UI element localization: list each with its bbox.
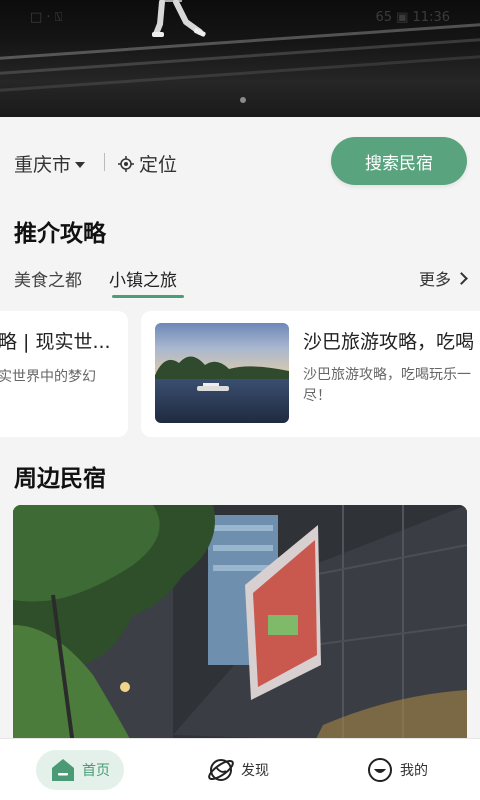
guide-card-desc: 沙巴旅游攻略，吃喝玩乐一 尽！	[303, 365, 471, 407]
locate-button[interactable]: 定位	[118, 150, 177, 177]
guides-section-title: 推介攻略	[14, 221, 106, 247]
location-bar: 重庆市 定位 搜索民宿	[0, 117, 480, 205]
status-icons-right: 65 ▣ 11:36	[375, 10, 450, 25]
city-selector[interactable]: 重庆市	[14, 150, 86, 177]
guide-card[interactable]: 略 | 现实世... 实世界中的梦幻	[0, 311, 128, 437]
app-screen: □ · ⍂ 65 ▣ 11:36 重庆市 定位 搜索民宿 推介攻略 美食之都 小…	[0, 0, 480, 800]
tab-town-travel[interactable]: 小镇之旅	[109, 266, 177, 291]
planet-icon	[208, 759, 234, 781]
city-label: 重庆市	[14, 154, 72, 176]
banner-road-stripe	[0, 53, 480, 94]
status-bar: □ · ⍂ 65 ▣ 11:36	[0, 0, 480, 40]
bottom-navigation: 首页 发现 我的	[0, 738, 480, 800]
tab-food[interactable]: 美食之都	[14, 266, 82, 291]
carousel-indicator-dot	[240, 97, 246, 103]
locate-label: 定位	[139, 154, 178, 176]
nav-home-label: 首页	[82, 763, 110, 779]
guide-card-title: 略 | 现实世...	[0, 331, 111, 353]
chevron-right-icon	[455, 272, 468, 285]
active-tab-indicator	[112, 295, 184, 298]
guides-tabs: 美食之都 小镇之旅 更多	[14, 266, 470, 298]
nearby-section-title: 周边民宿	[14, 466, 106, 492]
guide-card-title: 沙巴旅游攻略，吃喝	[303, 331, 475, 353]
caret-down-icon	[75, 161, 86, 168]
home-icon	[52, 759, 74, 781]
homestay-photo[interactable]	[13, 505, 467, 745]
smiley-icon	[368, 758, 392, 782]
guide-card-desc: 实世界中的梦幻	[0, 369, 96, 385]
guide-card-desc-line: 尽！	[303, 388, 331, 404]
banner-carousel[interactable]: □ · ⍂ 65 ▣ 11:36	[0, 0, 480, 117]
guide-card-desc-line: 沙巴旅游攻略，吃喝玩乐一	[303, 367, 471, 383]
nav-mine[interactable]: 我的	[366, 750, 428, 790]
status-icons-left: □ · ⍂	[30, 10, 63, 25]
divider	[104, 153, 105, 171]
main-content: 重庆市 定位 搜索民宿 推介攻略 美食之都 小镇之旅 更多 略 | 现实世...…	[0, 117, 480, 800]
guide-card[interactable]: 沙巴旅游攻略，吃喝 沙巴旅游攻略，吃喝玩乐一 尽！	[141, 311, 480, 437]
more-guides-link[interactable]: 更多	[418, 266, 468, 290]
nav-discover-label: 发现	[241, 763, 269, 779]
nav-discover[interactable]: 发现	[207, 750, 269, 790]
crosshair-icon	[118, 155, 134, 172]
nav-home[interactable]: 首页	[36, 750, 124, 790]
guide-card-thumbnail	[155, 323, 289, 423]
guides-card-list[interactable]: 略 | 现实世... 实世界中的梦幻 沙巴旅游攻略，吃喝 沙巴旅游攻略，吃喝玩乐…	[0, 311, 480, 439]
search-homestay-button[interactable]: 搜索民宿	[331, 137, 467, 185]
more-label: 更多	[418, 270, 451, 289]
nav-mine-label: 我的	[400, 763, 428, 779]
